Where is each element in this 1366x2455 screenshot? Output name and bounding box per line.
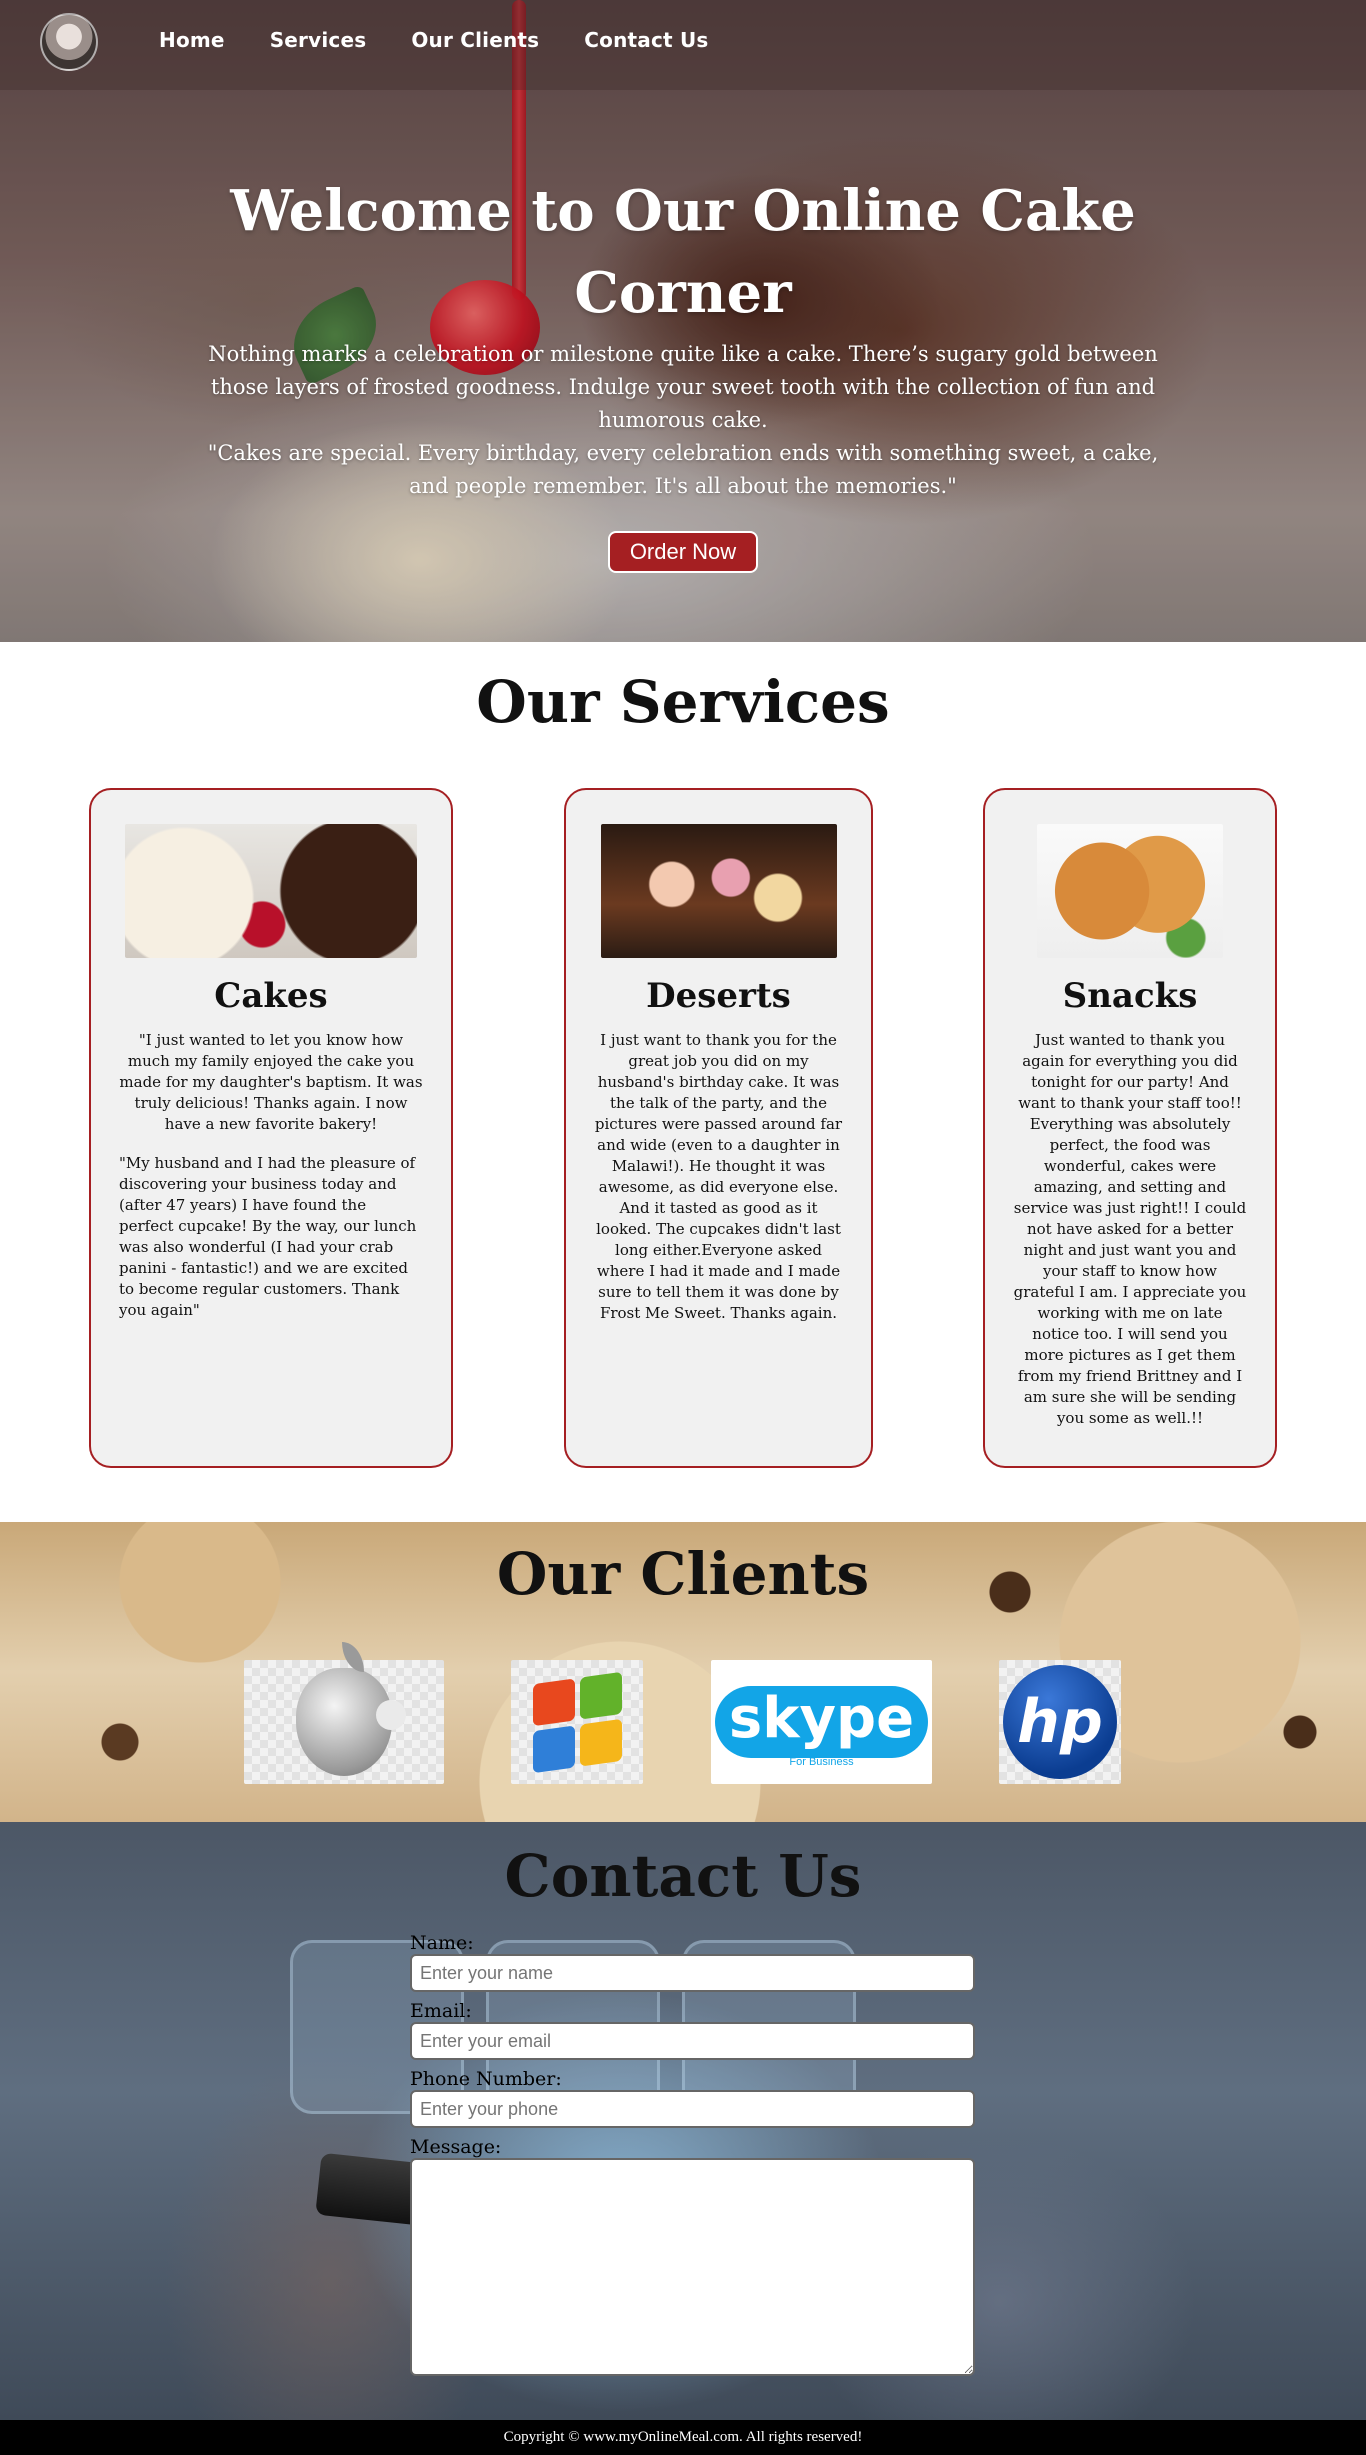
hero-paragraph: Nothing marks a celebration or milestone… (208, 342, 1158, 432)
service-card-deserts: Deserts I just want to thank you for the… (564, 788, 873, 1468)
email-input[interactable] (410, 2022, 975, 2060)
top-navbar: Home Services Our Clients Contact Us (0, 0, 1366, 90)
skype-subtitle: For Business (789, 1756, 854, 1768)
hero-content: Welcome to Our Online Cake Corner Nothin… (200, 170, 1166, 573)
flag-green-pane (579, 1671, 622, 1720)
hero-quote: "Cakes are special. Every birthday, ever… (207, 441, 1159, 498)
phone-input[interactable] (410, 2090, 975, 2128)
apple-logo-icon (244, 1642, 444, 1784)
nav-link-contact-us[interactable]: Contact Us (584, 28, 708, 52)
service-card-cakes: Cakes "I just wanted to let you know how… (89, 788, 453, 1468)
message-textarea[interactable] (410, 2158, 975, 2376)
services-section: Our Services Cakes "I just wanted to let… (0, 642, 1366, 1522)
name-label: Name: (410, 1932, 474, 1954)
contact-title: Contact Us (504, 1842, 862, 1910)
card-testimonial: "I just wanted to let you know how much … (119, 1031, 423, 1133)
skype-wordmark: skype (714, 1686, 929, 1758)
contact-section: Contact Us Name: Email: Phone Number: Me… (0, 1822, 1366, 2420)
hero-section: Home Services Our Clients Contact Us Wel… (0, 0, 1366, 642)
name-input[interactable] (410, 1954, 975, 1992)
windows-logo-icon (511, 1660, 643, 1784)
footer: Copyright © www.myOnlineMeal.com. All ri… (0, 2420, 1366, 2455)
phone-label: Phone Number: (410, 2068, 562, 2090)
nav-links: Home Services Our Clients Contact Us (159, 28, 754, 52)
nav-link-our-clients[interactable]: Our Clients (411, 28, 539, 52)
cakes-image (125, 824, 417, 958)
clients-section: Our Clients skype For Business hp (0, 1522, 1366, 1822)
snacks-image (1037, 824, 1223, 958)
email-label: Email: (410, 2000, 472, 2022)
apple-shape-icon (296, 1642, 406, 1776)
hp-logo-icon: hp (999, 1660, 1121, 1784)
contact-form: Name: Email: Phone Number: Message: (410, 1932, 975, 2384)
hp-wordmark: hp (1003, 1665, 1117, 1779)
card-title: Deserts (646, 976, 791, 1016)
message-label: Message: (410, 2136, 502, 2158)
service-card-snacks: Snacks Just wanted to thank you again fo… (983, 788, 1277, 1468)
flag-blue-pane (532, 1724, 575, 1773)
card-title: Snacks (1062, 976, 1198, 1016)
services-title: Our Services (476, 668, 890, 736)
card-testimonial: I just want to thank you for the great j… (594, 1031, 843, 1322)
clients-title: Our Clients (496, 1540, 870, 1608)
windows-flag-icon (532, 1671, 622, 1773)
flag-red-pane (532, 1677, 575, 1726)
hero-title: Welcome to Our Online Cake Corner (230, 178, 1136, 326)
card-testimonial: Just wanted to thank you again for every… (1013, 1031, 1247, 1427)
flag-yellow-pane (579, 1718, 622, 1767)
copyright-text: Copyright © www.myOnlineMeal.com. All ri… (503, 2429, 863, 2445)
card-testimonial: "My husband and I had the pleasure of di… (119, 1154, 417, 1319)
skype-logo-icon: skype For Business (711, 1660, 932, 1784)
nav-link-services[interactable]: Services (270, 28, 367, 52)
profile-avatar-icon[interactable] (40, 13, 98, 71)
deserts-image (600, 824, 837, 958)
nav-link-home[interactable]: Home (159, 28, 225, 52)
card-title: Cakes (214, 976, 328, 1016)
order-now-button[interactable]: Order Now (607, 531, 759, 573)
